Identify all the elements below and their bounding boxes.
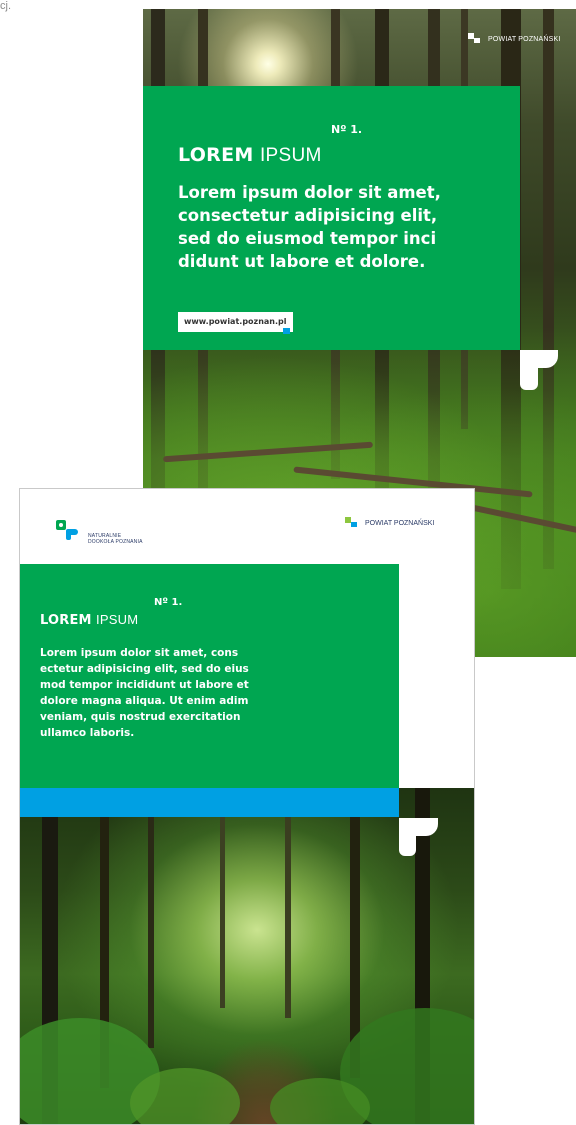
body-line: mod tempor incididunt ut labore et: [40, 679, 249, 691]
corner-text: cj.: [0, 0, 11, 12]
naturalnie-tagline: NATURALNIE DOOKOŁA POZNANIA: [88, 533, 143, 545]
body-line: Lorem ipsum dolor sit amet, cons: [40, 647, 239, 659]
tree-trunk: [220, 788, 225, 1008]
powiat-brand: POWIAT POZNAŃSKI: [345, 517, 434, 529]
poster-body-text: Lorem ipsum dolor sit amet, cons ectetur…: [40, 645, 305, 741]
heading-bold: LOREM: [178, 144, 254, 166]
naturalnie-logo: [56, 520, 84, 546]
naturalnie-logo-icon: [56, 520, 78, 540]
powiat-logo-icon: [468, 33, 480, 43]
green-panel: Nº 1. LOREM IPSUM Lorem ipsum dolor sit …: [20, 564, 399, 788]
body-line: veniam, quis nostrud exercitation: [40, 711, 241, 723]
tree-trunk: [285, 788, 291, 1018]
poster-heading: LOREM IPSUM: [178, 144, 322, 167]
issue-number: Nº 1.: [154, 597, 183, 608]
body-line: ectetur adipisicing elit, sed do eius: [40, 663, 249, 675]
heading-light: IPSUM: [259, 145, 322, 166]
body-line: sed do eiusmod tempor inci: [178, 229, 437, 248]
heading-light: IPSUM: [96, 612, 139, 627]
body-line: didunt ut labore et dolore.: [178, 252, 426, 271]
powiat-logo-icon: [345, 517, 357, 527]
blue-accent-band: [20, 788, 399, 817]
poster-body-text: Lorem ipsum dolor sit amet, consectetur …: [178, 181, 498, 273]
tree-trunk: [148, 788, 154, 1048]
tagline-line: DOOKOŁA POZNANIA: [88, 539, 143, 545]
website-url: www.powiat.poznan.pl: [178, 312, 293, 332]
heading-bold: LOREM: [40, 613, 92, 628]
powiat-brand: POWIAT POZNAŃSKI: [468, 33, 561, 45]
url-accent: [283, 328, 290, 334]
body-line: consectetur adipisicing elit,: [178, 206, 438, 225]
powiat-brand-name: POWIAT POZNAŃSKI: [488, 35, 561, 43]
body-line: ullamco laboris.: [40, 727, 135, 739]
issue-number: Nº 1.: [331, 123, 363, 136]
green-panel: Nº 1. LOREM IPSUM Lorem ipsum dolor sit …: [143, 86, 520, 350]
front-poster: NATURALNIE DOOKOŁA POZNANIA POWIAT POZNA…: [19, 488, 475, 1125]
body-line: dolore magna aliqua. Ut enim adim: [40, 695, 249, 707]
powiat-brand-name: POWIAT POZNAŃSKI: [365, 519, 435, 527]
body-line: Lorem ipsum dolor sit amet,: [178, 183, 441, 202]
poster-heading: LOREM IPSUM: [40, 612, 138, 628]
